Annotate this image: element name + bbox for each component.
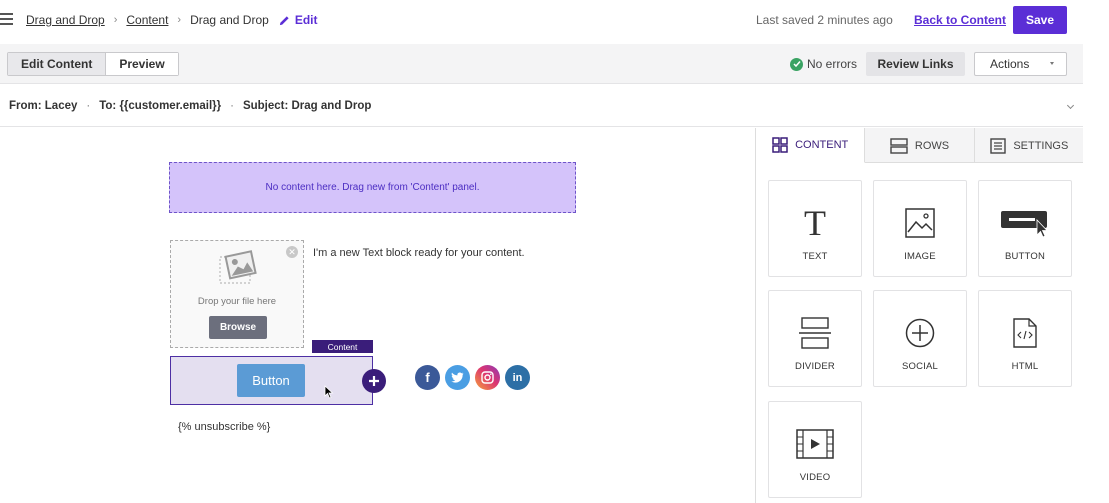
email-button[interactable]: Button — [237, 364, 305, 397]
close-icon[interactable]: ✕ — [286, 246, 298, 258]
tab-settings[interactable]: SETTINGS — [975, 128, 1084, 163]
chevron-down-icon[interactable] — [1066, 101, 1075, 110]
tile-label: IMAGE — [904, 251, 936, 262]
text-icon: T — [804, 203, 826, 243]
tile-label: BUTTON — [1004, 251, 1046, 262]
hamburger-menu-icon[interactable] — [0, 13, 14, 25]
tile-html[interactable]: HTML — [978, 290, 1072, 387]
button-icon — [1000, 199, 1050, 247]
breadcrumb-separator-icon: › — [177, 14, 182, 26]
back-to-content-link[interactable]: Back to Content — [914, 13, 1006, 27]
social-icons-block[interactable]: f in — [415, 365, 535, 390]
tab-settings-label: SETTINGS — [1013, 139, 1069, 152]
pencil-icon — [279, 15, 289, 25]
mouse-pointer-icon — [324, 385, 334, 399]
actions-label: Actions — [990, 57, 1030, 71]
html-file-icon — [1013, 309, 1037, 357]
tile-label: VIDEO — [799, 472, 831, 483]
divider-icon — [798, 309, 832, 357]
top-bar: Drag and Drop › Content › Drag and Drop … — [0, 0, 1109, 44]
last-saved-status: Last saved 2 minutes ago — [756, 13, 893, 27]
rows-icon — [890, 137, 908, 154]
breadcrumb-link-content[interactable]: Content — [126, 13, 168, 27]
mode-toggle: Edit Content Preview — [7, 52, 179, 76]
window-edge — [1083, 44, 1109, 503]
tab-content[interactable]: CONTENT — [756, 128, 866, 163]
tile-video[interactable]: VIDEO — [768, 401, 862, 498]
tile-image[interactable]: IMAGE — [873, 180, 967, 277]
to-field: To: {{customer.email}} — [99, 99, 222, 112]
panel-tabs: CONTENT ROWS SETTINGS — [756, 128, 1084, 163]
social-plus-icon — [905, 309, 935, 357]
tile-text[interactable]: T TEXT — [768, 180, 862, 277]
video-icon — [796, 420, 834, 468]
drop-file-label: Drop your file here — [197, 296, 277, 307]
empty-dropzone[interactable]: No content here. Drag new from 'Content'… — [169, 162, 576, 213]
breadcrumb-separator-icon: › — [113, 14, 118, 26]
breadcrumb: Drag and Drop › Content › Drag and Drop … — [26, 13, 317, 27]
separator-dot: · — [86, 99, 91, 112]
twitter-icon[interactable] — [445, 365, 470, 390]
save-button[interactable]: Save — [1013, 6, 1067, 34]
caret-down-icon — [1050, 62, 1054, 65]
edit-content-button[interactable]: Edit Content — [8, 53, 107, 75]
grid-icon — [772, 137, 788, 153]
text-block[interactable]: I'm a new Text block ready for your cont… — [313, 247, 525, 259]
linkedin-icon[interactable]: in — [505, 365, 530, 390]
tile-label: TEXT — [802, 251, 828, 262]
image-placeholder-icon — [219, 250, 257, 284]
from-field: From: Lacey — [9, 99, 78, 112]
tile-label: SOCIAL — [901, 361, 939, 372]
facebook-icon[interactable]: f — [415, 365, 440, 390]
unsubscribe-merge-tag[interactable]: {% unsubscribe %} — [178, 421, 270, 433]
tile-social[interactable]: SOCIAL — [873, 290, 967, 387]
tile-button[interactable]: BUTTON — [978, 180, 1072, 277]
breadcrumb-current: Drag and Drop — [190, 13, 269, 27]
tile-divider[interactable]: DIVIDER — [768, 290, 862, 387]
tab-content-label: CONTENT — [795, 139, 849, 151]
content-panel: CONTENT ROWS SETTINGS T TEXT IMAGE BUTTO… — [755, 128, 1084, 503]
tab-rows[interactable]: ROWS — [865, 128, 975, 163]
move-handle-icon[interactable] — [362, 369, 386, 393]
browse-button[interactable]: Browse — [209, 316, 267, 339]
edit-link[interactable]: Edit — [279, 13, 318, 27]
image-icon — [905, 199, 935, 247]
actions-dropdown[interactable]: Actions — [974, 52, 1067, 76]
editor-toolbar: Edit Content Preview No errors Review Li… — [0, 44, 1083, 84]
email-canvas: No content here. Drag new from 'Content'… — [0, 128, 754, 503]
content-tag: Content — [312, 340, 373, 353]
instagram-icon[interactable] — [475, 365, 500, 390]
no-errors-label: No errors — [807, 57, 858, 71]
tile-label: DIVIDER — [795, 361, 835, 372]
tile-label: HTML — [1011, 361, 1039, 372]
email-header-info[interactable]: From: Lacey · To: {{customer.email}} · S… — [0, 85, 1083, 127]
button-block-selected[interactable]: Button — [170, 356, 373, 405]
subject-field: Subject: Drag and Drop — [242, 99, 372, 112]
tab-rows-label: ROWS — [914, 139, 950, 152]
separator-dot: · — [230, 99, 234, 112]
breadcrumb-link-drag-and-drop[interactable]: Drag and Drop — [26, 13, 105, 27]
image-placeholder[interactable]: ✕ Drop your file here Browse — [170, 240, 304, 348]
settings-icon — [990, 137, 1007, 154]
check-circle-icon — [790, 57, 803, 71]
review-links-button[interactable]: Review Links — [866, 52, 965, 76]
preview-button[interactable]: Preview — [106, 53, 178, 75]
validation-status: No errors — [790, 57, 857, 71]
edit-label: Edit — [294, 13, 318, 27]
